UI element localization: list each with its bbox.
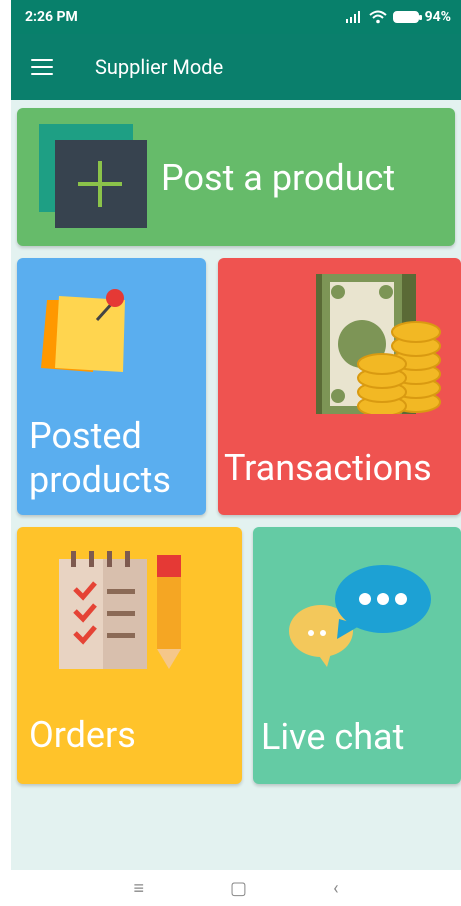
status-icons: 94% (345, 9, 451, 25)
add-product-icon (39, 124, 147, 228)
signal-icon (345, 11, 360, 23)
page-title: Supplier Mode (95, 55, 224, 79)
battery-percent: 94% (424, 9, 451, 25)
back-button[interactable]: ‹ (333, 878, 338, 899)
orders-label: Orders (29, 714, 136, 756)
app-bar: Supplier Mode (11, 34, 461, 100)
money-coins-icon (316, 274, 441, 414)
transactions-tile[interactable]: Transactions (218, 258, 461, 515)
orders-tile[interactable]: Orders (17, 527, 242, 784)
post-product-label: Post a product (161, 157, 396, 199)
recent-apps-button[interactable]: ≡ (134, 878, 145, 899)
post-product-tile[interactable]: Post a product (17, 108, 455, 246)
posted-products-tile[interactable]: Posted products (17, 258, 206, 515)
live-chat-label: Live chat (261, 716, 405, 758)
battery-icon (392, 11, 422, 23)
hamburger-menu-icon[interactable] (31, 59, 53, 75)
status-bar: 2:26 PM 94% (11, 0, 461, 34)
system-nav-bar: ≡ ▢ ‹ (11, 870, 461, 906)
status-time: 2:26 PM (25, 9, 78, 25)
sticky-note-icon (41, 289, 125, 372)
posted-products-label: Posted products (29, 415, 171, 501)
wifi-icon (368, 10, 387, 24)
chat-bubbles-icon (289, 565, 431, 667)
live-chat-tile[interactable]: Live chat (253, 527, 461, 784)
home-button[interactable]: ▢ (230, 878, 247, 899)
checklist-icon (59, 551, 181, 669)
transactions-label: Transactions (224, 447, 432, 489)
dashboard-grid: Post a product Posted products Transacti… (11, 100, 461, 870)
phone-screen: 2:26 PM 94% Supplier Mode Post a product… (11, 0, 461, 906)
